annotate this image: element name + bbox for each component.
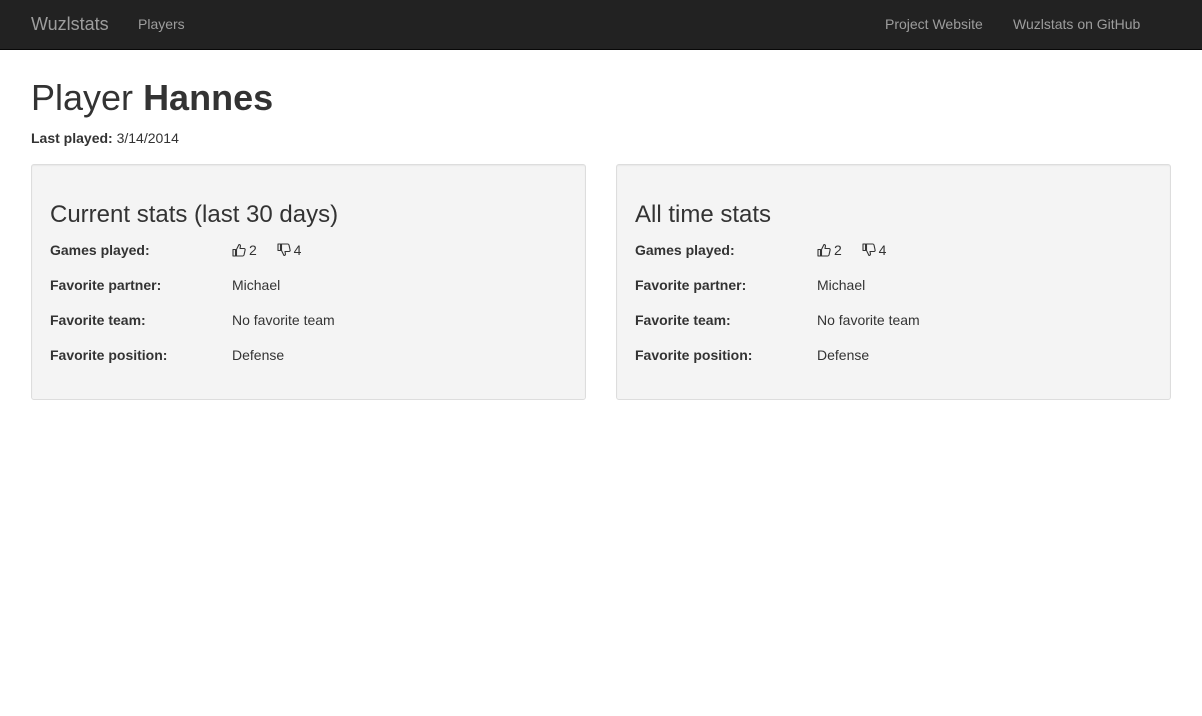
last-played: Last played: 3/14/2014 — [31, 130, 179, 146]
all-time-stats-heading: All time stats — [635, 201, 772, 228]
all-time-stats-panel: All time stats Games played: 2 4 Favorit… — [616, 164, 1171, 400]
page-title: Player Hannes — [31, 77, 273, 119]
favorite-position-label: Favorite position: — [635, 347, 753, 363]
favorite-team-value: No favorite team — [817, 312, 920, 328]
wins-count: 2 — [834, 242, 842, 258]
games-played-label: Games played: — [50, 242, 150, 258]
losses-count: 4 — [293, 242, 302, 258]
nav-link-github[interactable]: Wuzlstats on GitHub — [1013, 16, 1140, 32]
favorite-team-value: No favorite team — [232, 312, 335, 328]
favorite-partner-value: Michael — [232, 277, 281, 293]
thumbs-down-icon — [277, 243, 291, 260]
top-navbar: Wuzlstats Players Project Website Wuzlst… — [0, 0, 1202, 50]
losses-count: 4 — [878, 242, 887, 258]
favorite-position-label: Favorite position: — [50, 347, 168, 363]
nav-link-players[interactable]: Players — [138, 16, 185, 32]
favorite-partner-label: Favorite partner: — [50, 277, 162, 293]
last-played-label: Last played: — [31, 130, 113, 146]
favorite-position-value: Defense — [817, 347, 870, 363]
thumbs-down-icon — [862, 243, 876, 260]
favorite-team-label: Favorite team: — [635, 312, 731, 328]
current-stats-panel: Current stats (last 30 days) Games playe… — [31, 164, 586, 400]
games-played-value: 2 4 — [817, 242, 886, 260]
player-name: Hannes — [143, 77, 274, 118]
page-title-prefix: Player — [31, 77, 134, 118]
brand-link[interactable]: Wuzlstats — [31, 14, 109, 34]
last-played-value: 3/14/2014 — [116, 130, 179, 146]
favorite-partner-label: Favorite partner: — [635, 277, 747, 293]
games-played-label: Games played: — [635, 242, 735, 258]
wins-count: 2 — [249, 242, 257, 258]
nav-link-project-website[interactable]: Project Website — [885, 16, 983, 32]
favorite-partner-value: Michael — [817, 277, 866, 293]
games-played-value: 2 4 — [232, 242, 301, 260]
favorite-team-label: Favorite team: — [50, 312, 146, 328]
current-stats-heading: Current stats (last 30 days) — [50, 201, 339, 228]
favorite-position-value: Defense — [232, 347, 285, 363]
thumbs-up-icon — [817, 243, 831, 260]
thumbs-up-icon — [232, 243, 246, 260]
